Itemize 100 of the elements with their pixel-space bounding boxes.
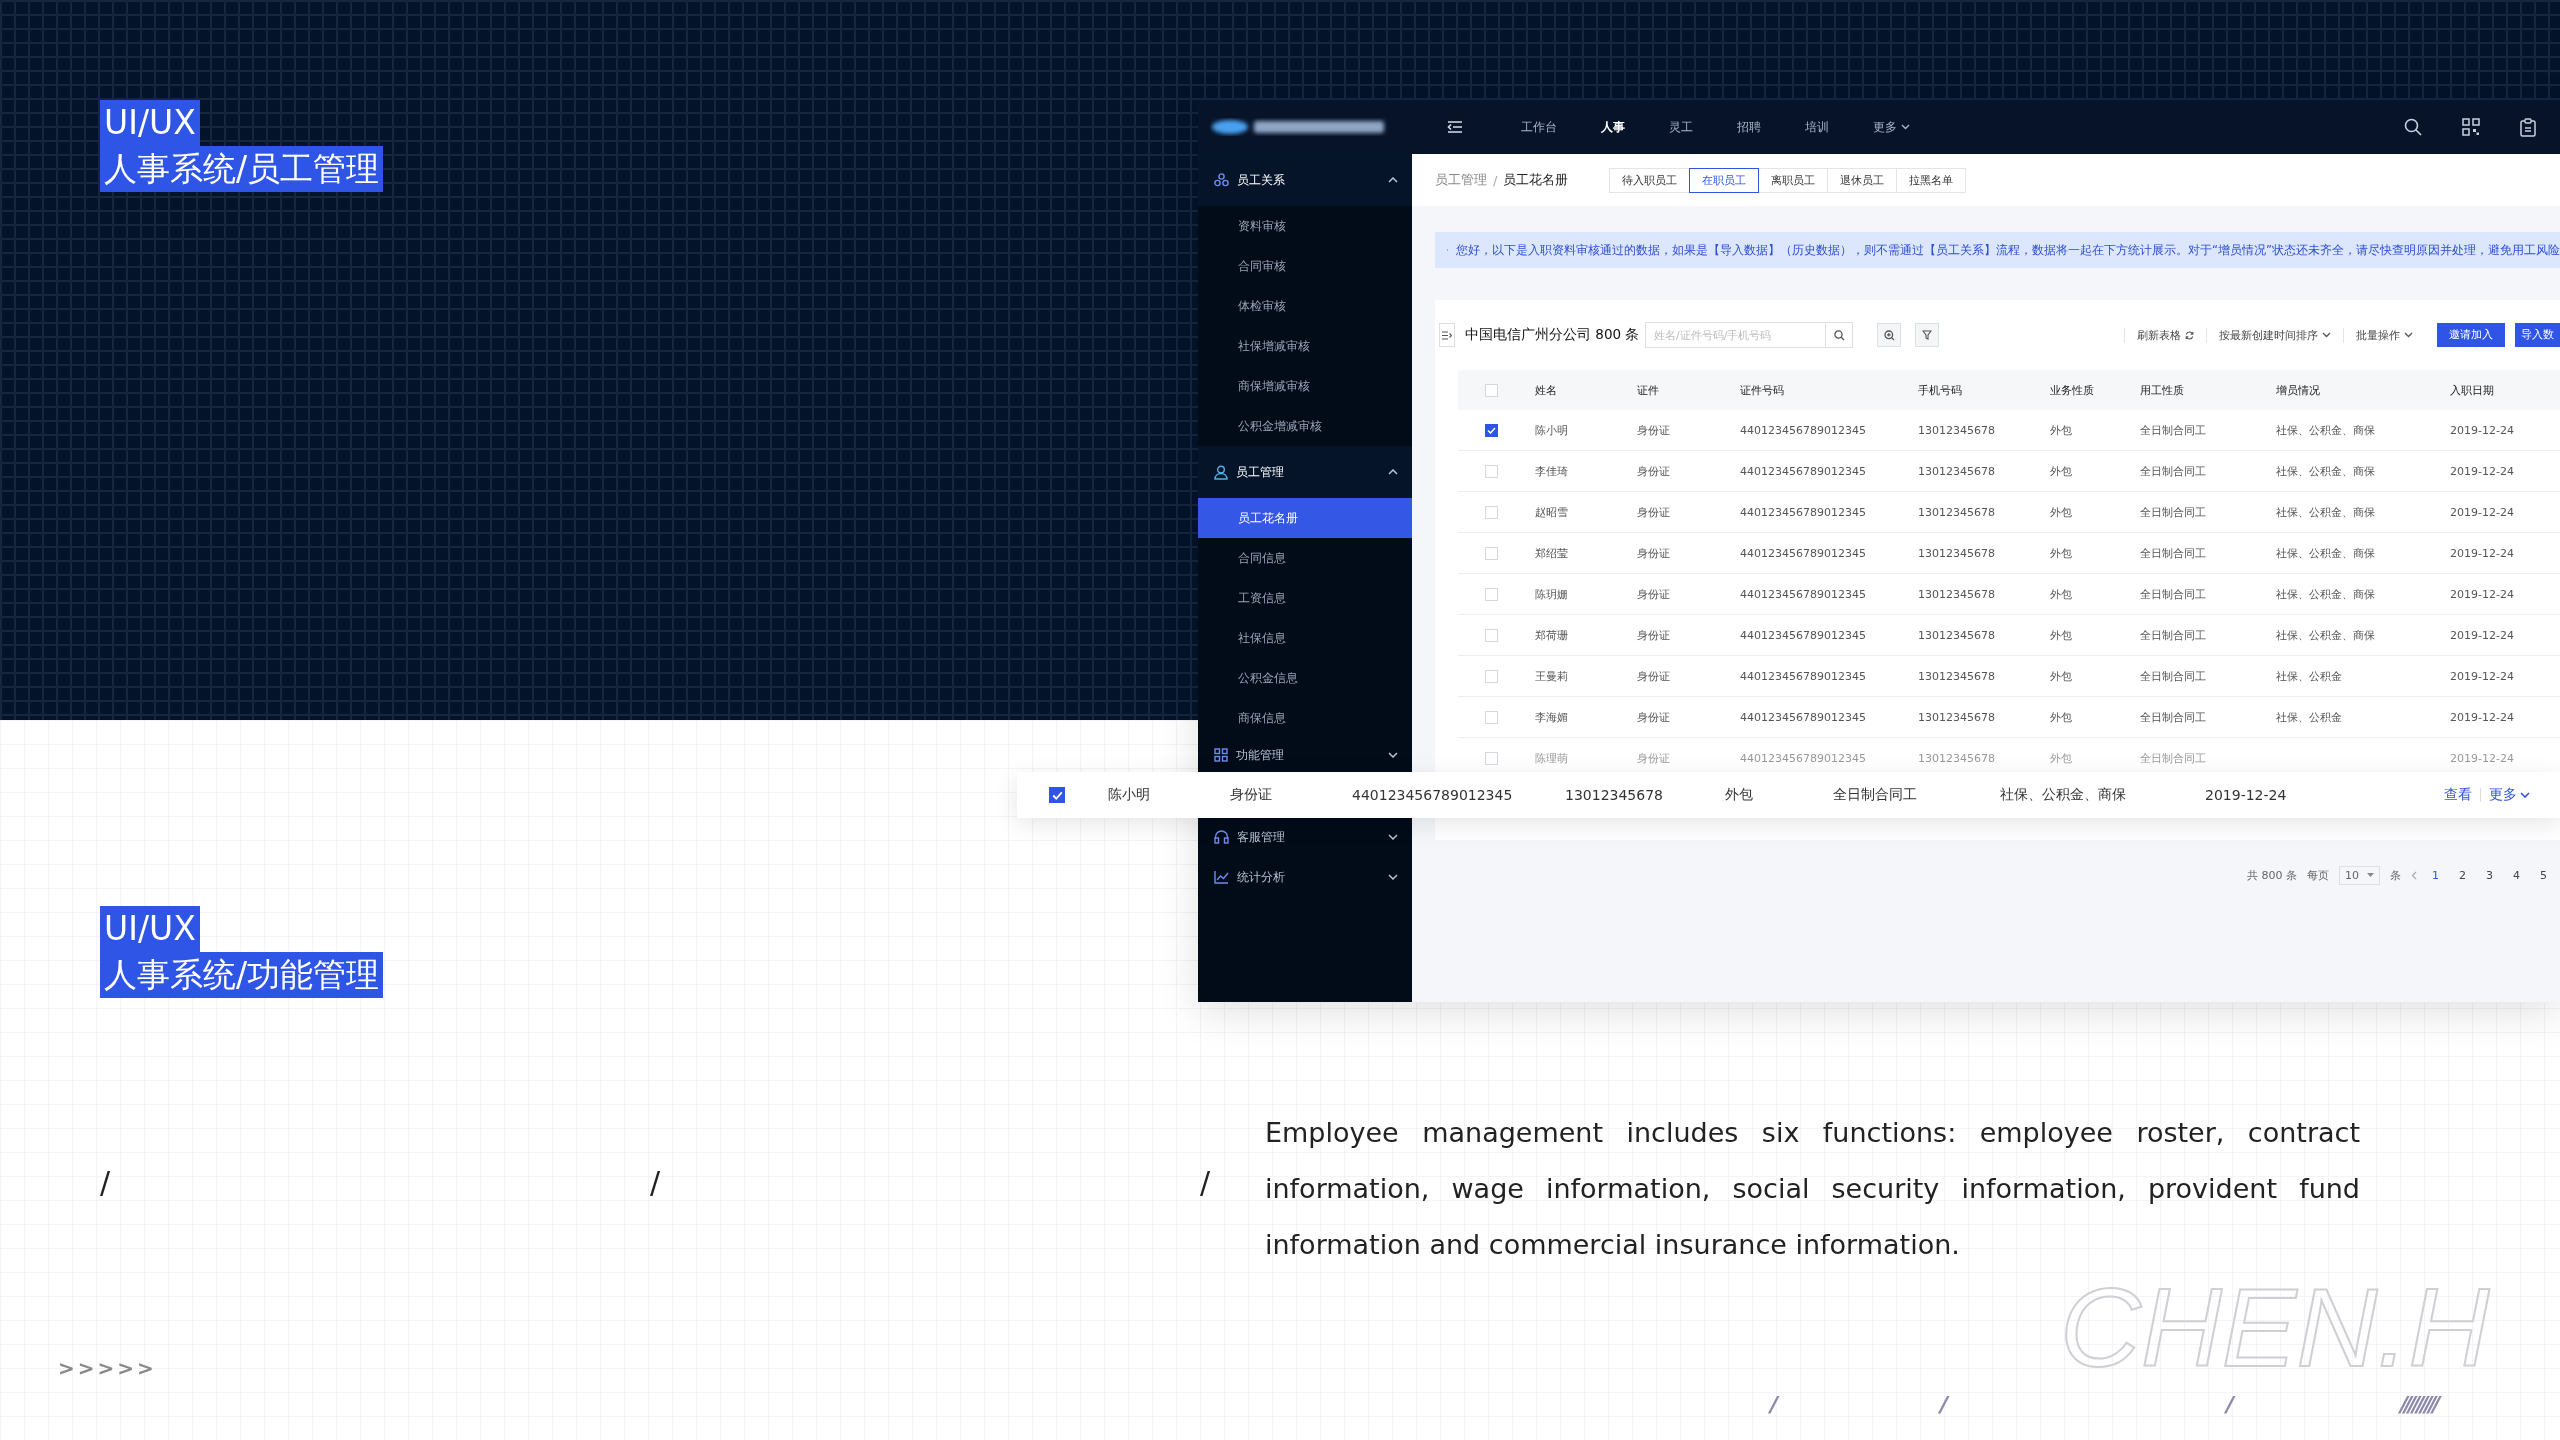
sidebar-item[interactable]: 体检审核 [1198, 286, 1412, 326]
section-title: 人事系统/功能管理 [100, 952, 384, 998]
row-action-link[interactable]: 更多 [2489, 786, 2530, 804]
toolbar-action[interactable]: 按最新创建时间排序 [2206, 327, 2343, 343]
slash-mark: / [650, 1165, 661, 1200]
sidebar-item[interactable]: 公积金增减审核 [1198, 406, 1412, 446]
slash-mark: / [2226, 1392, 2231, 1417]
collapse-icon [1442, 330, 1452, 340]
person-icon [1214, 464, 1228, 480]
table-cell-text: 440123456789012345 [1739, 546, 1867, 560]
table-cell-text: 外包 [2049, 586, 2073, 602]
table-cell-text: 陈小明 [1534, 422, 1569, 438]
page-number[interactable]: 1 [2427, 868, 2444, 882]
status-tab[interactable]: 离职员工 [1758, 167, 1829, 193]
sidebar-item[interactable]: 合同审核 [1198, 246, 1412, 286]
table-cell-text: 身份证 [1636, 627, 1671, 643]
table-cell-text: 身份证 [1229, 786, 1273, 804]
table-cell-text: 王曼莉 [1534, 668, 1569, 684]
search-icon[interactable] [1833, 329, 1845, 341]
table-cell-text: 李佳琦 [1534, 463, 1569, 479]
sidebar-item[interactable]: 资料审核 [1198, 206, 1412, 246]
status-tab[interactable]: 退休员工 [1827, 167, 1898, 193]
sidebar-group[interactable]: 员工关系 [1198, 154, 1412, 206]
table-cell-text: 社保、公积金 [2275, 709, 2343, 725]
table-cell-text: 2019-12-24 [2449, 669, 2515, 683]
column-toggle-button[interactable] [1439, 323, 1455, 347]
status-tab[interactable]: 拉黑名单 [1896, 167, 1967, 193]
sidebar-item[interactable]: 公积金信息 [1198, 658, 1412, 698]
table-cell-text: 440123456789012345 [1739, 710, 1867, 724]
column-header: 增员情况 [2275, 382, 2321, 398]
filter-button[interactable] [1915, 323, 1939, 347]
nav-tab[interactable]: 人事 [1601, 118, 1625, 136]
table-cell-text: 440123456789012345 [1739, 505, 1867, 519]
table-cell-text: 郑绍莹 [1534, 545, 1569, 561]
table-cell-text: 身份证 [1636, 709, 1671, 725]
table-cell-text: 全日制合同工 [2139, 586, 2207, 602]
sidebar-group[interactable]: 员工管理 [1198, 446, 1412, 498]
chevron-row: >>>>> [58, 1356, 157, 1380]
sidebar-item[interactable]: 商保增减审核 [1198, 366, 1412, 406]
sidebar-item[interactable]: 社保信息 [1198, 618, 1412, 658]
table-cell-text: 全日制合同工 [2139, 545, 2207, 561]
sidebar-item[interactable]: 合同信息 [1198, 538, 1412, 578]
clipboard-icon[interactable] [2520, 117, 2536, 137]
primary-button[interactable]: 导入数 [2515, 323, 2560, 347]
sidebar-item[interactable]: 商保信息 [1198, 698, 1412, 738]
table-cell-text: 440123456789012345 [1739, 423, 1867, 437]
sidebar-item[interactable]: 员工花名册 [1198, 498, 1412, 538]
nav-tab[interactable]: 招聘 [1737, 118, 1761, 136]
zoom-button[interactable] [1877, 323, 1901, 347]
table-cell-text: 全日制合同工 [1832, 786, 1918, 804]
row-checkbox[interactable] [1485, 423, 1498, 437]
table-cell-text: 13012345678 [1917, 669, 1996, 683]
breadcrumb-current: 员工花名册 [1503, 171, 1569, 189]
description-text: Employee management includes six functions: employee roster, contract information, wage information, social security information, provident fund information and commercial insurance information. [1265, 1116, 2360, 1262]
column-header: 证件号码 [1739, 382, 1785, 398]
table-cell-text: 2019-12-24 [2449, 751, 2515, 765]
column-header: 入职日期 [2449, 382, 2495, 398]
table-cell-text: 外包 [2049, 750, 2073, 766]
primary-button[interactable]: 邀请加入 [2437, 323, 2505, 347]
page-number[interactable]: 5 [2535, 868, 2552, 882]
table-cell-text: 全日制合同工 [2139, 750, 2207, 766]
page-size-select[interactable]: 10 [2339, 865, 2380, 885]
page-number[interactable]: 3 [2481, 868, 2498, 882]
table-cell-text: 陈理萌 [1534, 750, 1569, 766]
search-button[interactable] [1825, 322, 1853, 348]
table-cell-text: 社保、公积金、商保 [2275, 545, 2376, 561]
table-cell-text: 全日制合同工 [2139, 504, 2207, 520]
status-tab[interactable]: 在职员工 [1689, 167, 1760, 193]
caret-icon [2520, 792, 2530, 798]
page-number[interactable]: 2 [2454, 868, 2471, 882]
column-header: 用工性质 [2139, 382, 2185, 398]
qr-code-icon[interactable] [2462, 118, 2480, 136]
menu-collapse-icon[interactable] [1447, 120, 1463, 134]
status-tab[interactable]: 待入职员工 [1609, 167, 1691, 193]
table-cell-text: 外包 [1724, 786, 1754, 804]
chevron-down-icon [1388, 834, 1398, 840]
table-cell-text: 身份证 [1636, 586, 1671, 602]
previous-page-icon[interactable] [2411, 870, 2417, 880]
table-cell-text: 外包 [2049, 627, 2073, 643]
chevron-down-icon [1388, 874, 1398, 880]
table-cell-text: 身份证 [1636, 463, 1671, 479]
select-all-checkbox[interactable] [1485, 383, 1498, 397]
nav-tab[interactable]: 培训 [1805, 118, 1829, 136]
nav-tab[interactable]: 更多 [1873, 118, 1910, 136]
table-cell-text: 陈玥姗 [1534, 586, 1569, 602]
search-icon[interactable] [2404, 118, 2422, 136]
sidebar-item[interactable]: 社保增减审核 [1198, 326, 1412, 366]
slash-mark: / [1940, 1392, 1945, 1417]
sidebar-item[interactable]: 工资信息 [1198, 578, 1412, 618]
nav-tab[interactable]: 灵工 [1669, 118, 1693, 136]
nav-tab[interactable]: 工作台 [1521, 118, 1557, 136]
toolbar-action[interactable]: 刷新表格 [2124, 327, 2206, 343]
page-number[interactable]: 4 [2508, 868, 2525, 882]
toolbar-action[interactable]: 批量操作 [2343, 327, 2425, 343]
table-cell-text: 2019-12-24 [2449, 546, 2515, 560]
row-action-link[interactable]: 查看 [2444, 786, 2472, 804]
table-cell-text: 身份证 [1636, 750, 1671, 766]
breadcrumb-link[interactable]: 员工管理 [1435, 171, 1487, 189]
row-checkbox[interactable] [1049, 787, 1065, 803]
slash-mark: / [100, 1165, 111, 1200]
